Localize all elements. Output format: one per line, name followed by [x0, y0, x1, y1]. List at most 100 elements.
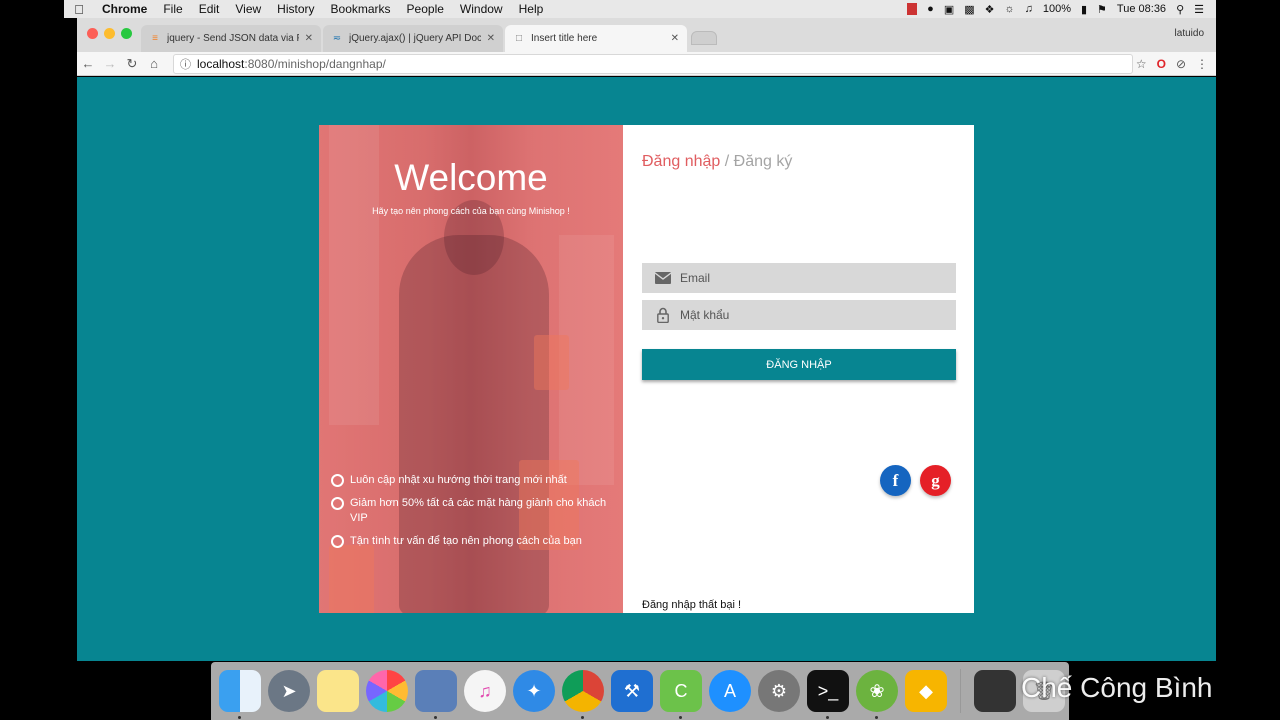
- facebook-icon: f: [892, 470, 899, 490]
- hero-title: Welcome: [394, 157, 548, 198]
- dropbox-icon[interactable]: ❖: [985, 3, 995, 16]
- home-icon[interactable]: ⌂: [143, 56, 165, 71]
- app-store-icon[interactable]: A: [709, 670, 751, 712]
- login-status-message: Đăng nhập thất bại !: [642, 599, 742, 611]
- feature-list: Luôn cập nhật xu hướng thời trang mới nh…: [331, 473, 621, 557]
- wifi-icon[interactable]: ☼: [1005, 3, 1015, 15]
- volume-icon[interactable]: ♫: [1025, 3, 1033, 15]
- window-zoom-button[interactable]: [121, 28, 132, 39]
- spring-tool-suite-icon[interactable]: ❀: [856, 670, 898, 719]
- menu-file[interactable]: File: [155, 2, 190, 16]
- circle-bullet-icon: [331, 497, 344, 510]
- url-host: localhost: [197, 56, 245, 71]
- menu-app-name[interactable]: Chrome: [94, 2, 155, 16]
- menu-window[interactable]: Window: [452, 2, 511, 16]
- menu-help[interactable]: Help: [511, 2, 552, 16]
- tab-separator: /: [724, 153, 730, 170]
- tab-stackoverflow[interactable]: ≡ jquery - Send JSON data via P ✕: [141, 25, 321, 52]
- feature-text: Tận tình tư vấn để tạo nên phong cách củ…: [350, 535, 582, 547]
- back-icon[interactable]: ←: [77, 56, 99, 71]
- info-icon[interactable]: ⓘ: [180, 56, 191, 72]
- spotlight-icon[interactable]: ⚲: [1176, 3, 1184, 16]
- video-watermark: Chế Công Bình: [1021, 672, 1213, 703]
- tab-title: Insert title here: [531, 33, 598, 44]
- password-field[interactable]: [642, 300, 956, 330]
- battery-status[interactable]: 100%: [1043, 3, 1071, 15]
- tab-active-page[interactable]: □ Insert title here ✕: [505, 25, 687, 52]
- circle-bullet-icon: [331, 535, 344, 548]
- menu-history[interactable]: History: [269, 2, 322, 16]
- login-card: Welcome Hãy tạo nên phong cách của bạn c…: [319, 125, 974, 613]
- chrome-menu-icon[interactable]: ⋮: [1196, 57, 1208, 71]
- tab-login[interactable]: Đăng nhập: [642, 153, 720, 170]
- mirror-icon[interactable]: ▩: [964, 3, 974, 16]
- preview-icon[interactable]: [415, 670, 457, 719]
- photos-icon[interactable]: [366, 670, 408, 712]
- macos-menubar:  Chrome File Edit View History Bookmark…: [64, 0, 1216, 18]
- camtasia-icon[interactable]: C: [660, 670, 702, 719]
- flag-icon[interactable]: ⚑: [1097, 3, 1107, 16]
- stackoverflow-favicon-icon: ≡: [152, 33, 158, 44]
- address-bar[interactable]: ⓘ localhost:8080/minishop/dangnhap/: [173, 53, 1133, 74]
- url-path: :8080/minishop/dangnhap/: [244, 56, 386, 71]
- system-preferences-icon[interactable]: ⚙: [758, 670, 800, 712]
- menu-people[interactable]: People: [399, 2, 452, 16]
- tab-title: jQuery.ajax() | jQuery API Docu: [349, 33, 481, 44]
- safari-icon[interactable]: ✦: [513, 670, 555, 712]
- email-field[interactable]: [642, 263, 956, 293]
- block-extension-icon[interactable]: ⊘: [1176, 57, 1186, 71]
- window-minimize-button[interactable]: [104, 28, 115, 39]
- email-input[interactable]: [680, 271, 940, 285]
- document-favicon-icon: □: [515, 33, 523, 44]
- facebook-login-button[interactable]: f: [880, 465, 911, 496]
- lock-icon: [654, 307, 672, 323]
- terminal-icon[interactable]: >_: [807, 670, 849, 719]
- tab-close-icon[interactable]: ✕: [487, 33, 495, 44]
- feature-item: Giảm hơn 50% tất cả các mặt hàng giành c…: [331, 496, 621, 526]
- display-icon[interactable]: ▣: [944, 3, 954, 16]
- finder-icon[interactable]: [219, 670, 261, 719]
- hero-tagline: Hãy tạo nên phong cách của bạn cùng Mini…: [372, 206, 570, 216]
- feature-item: Tận tình tư vấn để tạo nên phong cách củ…: [331, 534, 621, 549]
- clock[interactable]: Tue 08:36: [1117, 3, 1166, 15]
- page-viewport: Welcome Hãy tạo nên phong cách của bạn c…: [77, 77, 1216, 661]
- forward-icon[interactable]: →: [99, 56, 121, 71]
- mail-icon: [654, 270, 672, 286]
- record-icon[interactable]: [907, 3, 918, 15]
- notification-center-icon[interactable]: ☰: [1194, 3, 1204, 16]
- menu-bookmarks[interactable]: Bookmarks: [323, 2, 399, 16]
- notes-icon[interactable]: [317, 670, 359, 712]
- chrome-icon[interactable]: [562, 670, 604, 719]
- window-close-button[interactable]: [87, 28, 98, 39]
- battery-icon[interactable]: ▮: [1081, 3, 1087, 16]
- profile-name[interactable]: latuido: [1175, 28, 1204, 39]
- password-input[interactable]: [680, 308, 940, 322]
- menu-view[interactable]: View: [227, 2, 269, 16]
- xcode-icon[interactable]: ⚒: [611, 670, 653, 712]
- login-form: Đăng nhập / Đăng ký ĐĂNG NHẬP f: [623, 125, 974, 613]
- tab-close-icon[interactable]: ✕: [305, 33, 313, 44]
- creative-cloud-icon[interactable]: ●: [927, 3, 934, 15]
- apple-menu-icon[interactable]: : [64, 2, 94, 17]
- opera-extension-icon[interactable]: O: [1157, 57, 1166, 71]
- form-tabs: Đăng nhập / Đăng ký: [642, 153, 792, 171]
- login-button[interactable]: ĐĂNG NHẬP: [642, 349, 956, 380]
- new-tab-button[interactable]: [691, 31, 717, 45]
- sketch-icon[interactable]: ◆: [905, 670, 947, 712]
- tab-close-icon[interactable]: ✕: [671, 33, 679, 44]
- google-login-button[interactable]: g: [920, 465, 951, 496]
- google-icon: g: [931, 470, 940, 490]
- tab-register[interactable]: Đăng ký: [734, 153, 793, 170]
- circle-bullet-icon: [331, 474, 344, 487]
- itunes-icon[interactable]: ♫: [464, 670, 506, 712]
- menu-edit[interactable]: Edit: [191, 2, 228, 16]
- feature-text: Luôn cập nhật xu hướng thời trang mới nh…: [350, 474, 567, 486]
- feature-text: Giảm hơn 50% tất cả các mặt hàng giành c…: [350, 497, 607, 524]
- browser-tab-bar: ≡ jquery - Send JSON data via P ✕ ≂ jQue…: [77, 18, 1216, 52]
- bookmark-star-icon[interactable]: ☆: [1136, 57, 1147, 71]
- screen-recording-thumbnail-icon[interactable]: [974, 670, 1016, 712]
- launchpad-icon[interactable]: ➤: [268, 670, 310, 712]
- tab-jquery-docs[interactable]: ≂ jQuery.ajax() | jQuery API Docu ✕: [323, 25, 503, 52]
- browser-toolbar: ← → ↻ ⌂ ⓘ localhost:8080/minishop/dangnh…: [77, 52, 1216, 76]
- reload-icon[interactable]: ↻: [121, 56, 143, 72]
